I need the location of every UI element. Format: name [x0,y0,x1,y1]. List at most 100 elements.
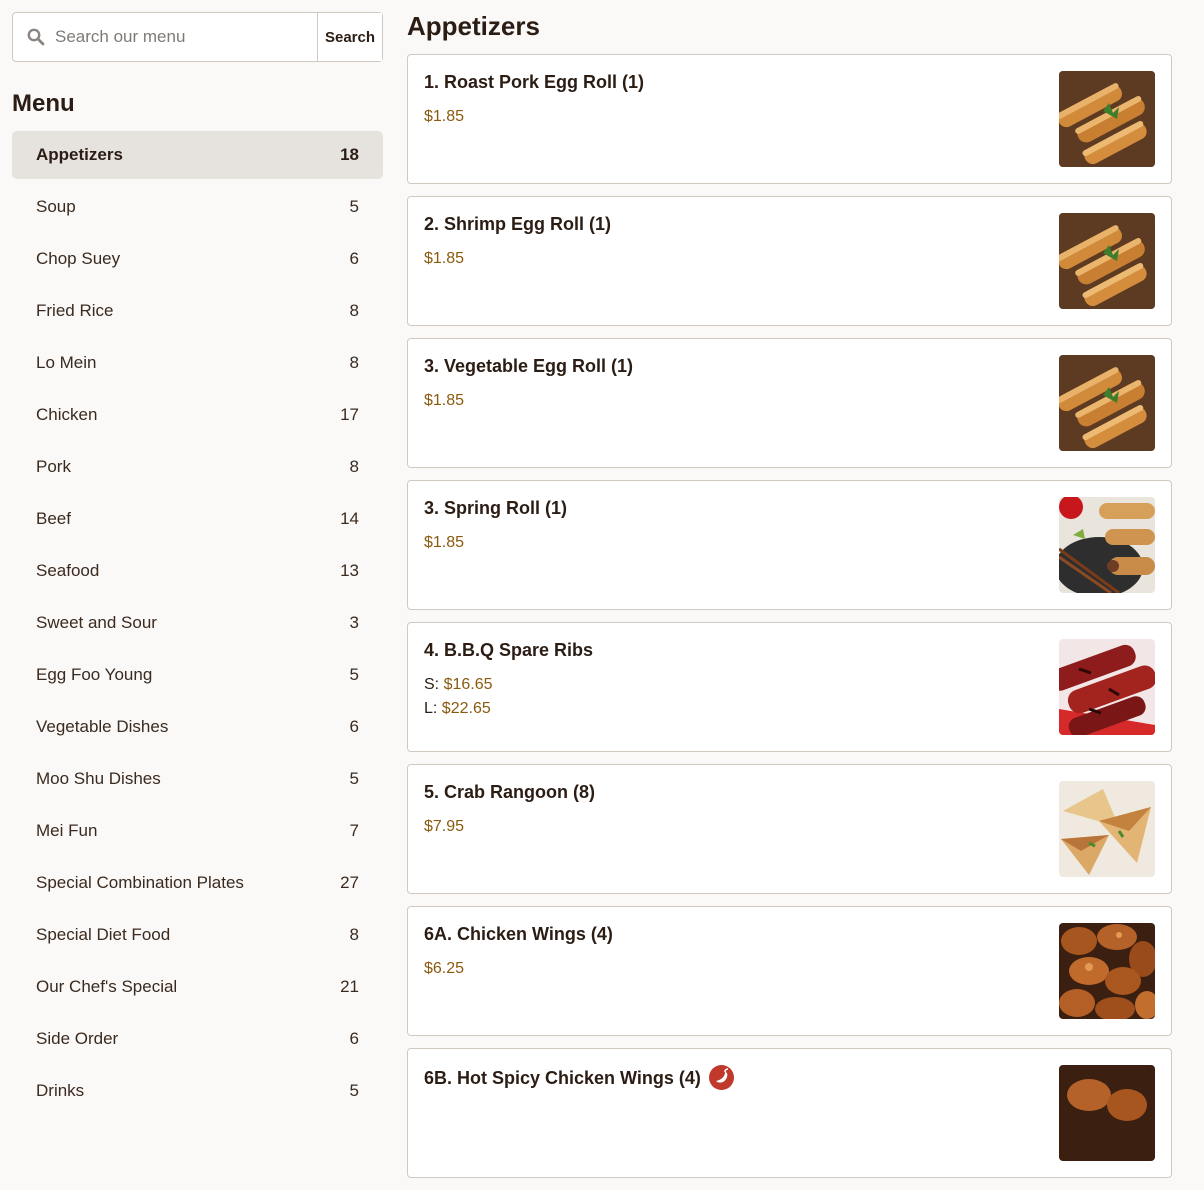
item-name: 1. Roast Pork Egg Roll (1) [424,72,645,92]
category-item-seafood[interactable]: Seafood 13 [12,547,383,595]
price-row-small: S: $16.65 [424,673,1155,697]
category-item-side-order[interactable]: Side Order 6 [12,1015,383,1063]
crab-rangoon-photo [1059,781,1155,877]
egg-roll-photo [1059,71,1155,167]
category-item-special-combination-plates[interactable]: Special Combination Plates 27 [12,859,383,907]
item-name: 6B. Hot Spicy Chicken Wings (4) [424,1065,1155,1090]
category-count: 17 [340,405,359,424]
category-label: Moo Shu Dishes [36,769,161,788]
category-count: 18 [340,145,359,164]
category-label: Chicken [36,405,98,424]
size-label-small: S: [424,676,440,693]
item-price: $1.85 [424,250,465,267]
category-item-fried-rice[interactable]: Fried Rice 8 [12,287,383,335]
category-count: 13 [340,561,359,580]
menu-item-card[interactable]: 3. Vegetable Egg Roll (1) $1.85 [407,338,1172,468]
item-name: 3. Spring Roll (1) [424,498,568,518]
category-label: Fried Rice [36,301,114,320]
category-count: 27 [340,873,359,892]
category-label: Side Order [36,1029,119,1048]
search-input[interactable] [55,27,317,47]
category-item-chop-suey[interactable]: Chop Suey 6 [12,235,383,283]
category-count: 3 [349,613,359,632]
item-price: $7.95 [424,818,465,835]
category-count: 8 [349,457,359,476]
category-count: 14 [340,509,359,528]
category-count: 6 [349,717,359,736]
item-price: $1.85 [424,534,465,551]
category-label: Our Chef's Special [36,977,178,996]
category-label: Special Diet Food [36,925,171,944]
item-price: $6.25 [424,960,465,977]
category-label: Drinks [36,1081,85,1100]
category-item-drinks[interactable]: Drinks 5 [12,1067,383,1115]
category-item-appetizers[interactable]: Appetizers 18 [12,131,383,179]
category-item-sweet-and-sour[interactable]: Sweet and Sour 3 [12,599,383,647]
category-count: 5 [349,197,359,216]
category-label: Appetizers [36,145,123,164]
item-price: $1.85 [424,392,465,409]
category-list: Appetizers 18 Soup 5 Chop Suey 6 Fried Rice… [12,131,383,1115]
search-bar: Search [12,12,383,62]
category-item-chicken[interactable]: Chicken 17 [12,391,383,439]
menu-item-card[interactable]: 6A. Chicken Wings (4) $6.25 [407,906,1172,1036]
section-title: Appetizers [407,11,540,41]
category-item-egg-foo-young[interactable]: Egg Foo Young 5 [12,651,383,699]
search-icon [27,28,45,46]
category-count: 5 [349,665,359,684]
spring-roll-photo [1059,497,1155,593]
category-label: Lo Mein [36,353,97,372]
menu-sidebar: Search Menu Appetizers 18 Soup 5 Chop Suey… [12,12,383,1119]
menu-item-card[interactable]: 4. B.B.Q Spare Ribs S: $16.65 L: $22.65 [407,622,1172,752]
category-item-lo-mein[interactable]: Lo Mein 8 [12,339,383,387]
menu-item-card[interactable]: 5. Crab Rangoon (8) $7.95 [407,764,1172,894]
spare-ribs-photo [1059,639,1155,735]
category-count: 7 [349,821,359,840]
egg-roll-photo [1059,213,1155,309]
menu-section: Appetizers 1. Roast Pork Egg Roll (1) $1… [407,0,1172,1190]
category-count: 21 [340,977,359,996]
price-row-large: L: $22.65 [424,697,1155,721]
spicy-pepper-icon [708,1065,734,1090]
category-label: Soup [36,197,76,216]
category-count: 8 [349,301,359,320]
chicken-wings-photo [1059,923,1155,1019]
menu-item-card[interactable]: 6B. Hot Spicy Chicken Wings (4) [407,1048,1172,1178]
category-item-moo-shu-dishes[interactable]: Moo Shu Dishes 5 [12,755,383,803]
category-item-mei-fun[interactable]: Mei Fun 7 [12,807,383,855]
size-label-large: L: [424,700,438,717]
category-label: Egg Foo Young [36,665,153,684]
search-field[interactable] [13,13,317,61]
item-name: 3. Vegetable Egg Roll (1) [424,356,634,376]
category-label: Seafood [36,561,100,580]
category-item-beef[interactable]: Beef 14 [12,495,383,543]
category-item-our-chefs-special[interactable]: Our Chef's Special 21 [12,963,383,1011]
egg-roll-photo [1059,355,1155,451]
item-name: 6A. Chicken Wings (4) [424,924,613,944]
search-button[interactable]: Search [317,13,382,61]
menu-item-card[interactable]: 3. Spring Roll (1) $1.85 [407,480,1172,610]
category-label: Beef [36,509,71,528]
category-item-vegetable-dishes[interactable]: Vegetable Dishes 6 [12,703,383,751]
category-label: Pork [36,457,71,476]
category-count: 5 [349,1081,359,1100]
category-count: 6 [349,249,359,268]
item-name: 4. B.B.Q Spare Ribs [424,640,594,660]
menu-item-card[interactable]: 1. Roast Pork Egg Roll (1) $1.85 [407,54,1172,184]
category-item-soup[interactable]: Soup 5 [12,183,383,231]
item-price-large: $22.65 [441,700,491,717]
menu-heading: Menu [12,90,75,117]
item-price: $1.85 [424,108,465,125]
category-item-special-diet-food[interactable]: Special Diet Food 8 [12,911,383,959]
menu-item-card[interactable]: 2. Shrimp Egg Roll (1) $1.85 [407,196,1172,326]
item-name: 2. Shrimp Egg Roll (1) [424,214,612,234]
category-count: 8 [349,353,359,372]
category-count: 6 [349,1029,359,1048]
category-label: Chop Suey [36,249,121,268]
category-label: Mei Fun [36,821,98,840]
item-name: 5. Crab Rangoon (8) [424,782,596,802]
chicken-wings-photo [1059,1065,1155,1161]
item-name-text: 6B. Hot Spicy Chicken Wings (4) [424,1067,701,1088]
category-label: Sweet and Sour [36,613,157,632]
category-item-pork[interactable]: Pork 8 [12,443,383,491]
